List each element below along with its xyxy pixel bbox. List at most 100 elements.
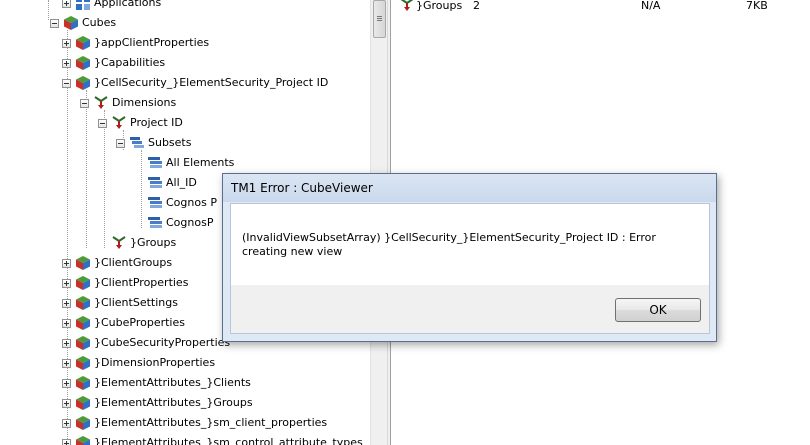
tree-item[interactable]: }ElementAttributes_}sm_client_properties xyxy=(62,413,327,433)
cube-icon xyxy=(76,356,90,370)
cube-icon xyxy=(76,436,90,445)
list-item[interactable]: }Groups 2 N/A 7KB xyxy=(391,0,810,14)
list-item-size: 7KB xyxy=(746,0,768,12)
tree-item[interactable]: Cubes xyxy=(50,13,116,33)
tree-item-label: }ClientProperties xyxy=(94,276,189,289)
cube-icon xyxy=(76,256,90,270)
tree-item[interactable]: All Elements xyxy=(134,153,234,173)
tree-item-icon-slot xyxy=(71,75,91,91)
expand-icon[interactable] xyxy=(62,438,71,445)
tree-item-icon-slot xyxy=(143,155,163,171)
error-dialog: TM1 Error : CubeViewer (InvalidViewSubse… xyxy=(222,173,717,342)
cubes-folder-icon xyxy=(64,16,78,30)
tree-item-icon-slot xyxy=(59,15,79,31)
tree-item-icon-slot xyxy=(71,355,91,371)
tree-item[interactable]: }ElementAttributes_}Clients xyxy=(62,373,251,393)
dimension-icon xyxy=(112,116,126,129)
cube-icon xyxy=(76,56,90,70)
tree-item-icon-slot xyxy=(89,95,109,111)
tree-item-label: }ElementAttributes_}sm_client_properties xyxy=(94,416,328,429)
collapse-icon[interactable] xyxy=(98,118,107,128)
tree-item[interactable]: }CubeSecurityProperties xyxy=(62,333,230,353)
tree-item-label: CognosP xyxy=(166,216,214,229)
cube-icon xyxy=(76,336,90,350)
tree-item[interactable]: Project ID xyxy=(98,113,183,133)
dimension-icon xyxy=(400,0,414,11)
cube-icon xyxy=(76,296,90,310)
error-message: (InvalidViewSubsetArray) }CellSecurity_}… xyxy=(242,231,656,258)
tree-item-icon-slot xyxy=(71,35,91,51)
tree-item-icon-slot xyxy=(71,275,91,291)
tree-item[interactable]: }ClientSettings xyxy=(62,293,178,313)
tree-item[interactable]: Dimensions xyxy=(80,93,176,113)
expand-icon[interactable] xyxy=(62,258,71,268)
tree-item-icon-slot xyxy=(143,195,163,211)
tree-item-icon-slot xyxy=(71,375,91,391)
expand-icon[interactable] xyxy=(62,278,71,288)
cube-icon xyxy=(76,396,90,410)
expand-icon[interactable] xyxy=(62,318,71,328)
tree-item-icon-slot xyxy=(71,415,91,431)
subset-icon xyxy=(148,197,162,208)
expand-icon[interactable] xyxy=(62,38,71,48)
tree-item-label: }ClientGroups xyxy=(94,256,173,269)
tree-item-label: Applications xyxy=(94,0,162,9)
subset-icon xyxy=(148,217,162,228)
tree-item-label: Subsets xyxy=(148,136,192,149)
list-item-count: 2 xyxy=(473,0,480,12)
tree-item-label: }Capabilities xyxy=(94,56,166,69)
expand-icon[interactable] xyxy=(62,298,71,308)
tree-item-icon-slot xyxy=(125,135,145,151)
cube-icon xyxy=(76,376,90,390)
tree-item[interactable]: }Capabilities xyxy=(62,53,165,73)
tree-item-icon-slot xyxy=(107,235,127,251)
tree-item[interactable]: CognosP xyxy=(134,213,213,233)
ok-button[interactable]: OK xyxy=(615,298,701,322)
tree-item[interactable]: Subsets xyxy=(116,133,191,153)
tree-item[interactable]: All_ID xyxy=(134,173,197,193)
tree-item-label: }ClientSettings xyxy=(94,296,178,309)
collapse-icon[interactable] xyxy=(80,98,89,108)
list-item-name: }Groups xyxy=(416,0,463,12)
tree-item-label: Cubes xyxy=(82,16,117,29)
tree-item[interactable]: }DimensionProperties xyxy=(62,353,215,373)
tree-item[interactable]: }ElementAttributes_}Groups xyxy=(62,393,253,413)
cube-icon xyxy=(76,36,90,50)
collapse-icon[interactable] xyxy=(62,78,71,88)
tree-item[interactable]: }Groups xyxy=(98,233,176,253)
tree-item-label: }ElementAttributes_}sm_control_attribute… xyxy=(94,436,363,445)
collapse-icon[interactable] xyxy=(50,18,59,28)
tree-item-label: Project ID xyxy=(130,116,183,129)
expand-icon[interactable] xyxy=(62,398,71,408)
tree-item[interactable]: }ClientGroups xyxy=(62,253,172,273)
tree-item[interactable]: }ElementAttributes_}sm_control_attribute… xyxy=(62,433,363,445)
cube-icon xyxy=(76,276,90,290)
scrollbar-thumb[interactable] xyxy=(373,0,386,38)
tree-connector xyxy=(48,0,49,20)
tree-item[interactable]: }appClientProperties xyxy=(62,33,209,53)
expand-icon[interactable] xyxy=(62,0,71,8)
tree-item[interactable]: Cognos P xyxy=(134,193,217,213)
tree-item-label: }ElementAttributes_}Clients xyxy=(94,376,251,389)
tree-item-label: Dimensions xyxy=(112,96,177,109)
tree-item[interactable]: }CubeProperties xyxy=(62,313,185,333)
applications-icon xyxy=(76,0,90,10)
expand-icon[interactable] xyxy=(62,418,71,428)
expand-icon[interactable] xyxy=(62,338,71,348)
expand-icon[interactable] xyxy=(62,378,71,388)
tree-item-label: Cognos P xyxy=(166,196,217,209)
tree-item[interactable]: }CellSecurity_}ElementSecurity_Project I… xyxy=(62,73,328,93)
tree-item[interactable]: }ClientProperties xyxy=(62,273,188,293)
tree-item-icon-slot xyxy=(71,255,91,271)
tree-item[interactable]: Applications xyxy=(62,0,161,13)
expand-icon[interactable] xyxy=(62,58,71,68)
tree-item-label: All_ID xyxy=(166,176,197,189)
expand-icon[interactable] xyxy=(62,358,71,368)
cube-icon xyxy=(76,316,90,330)
dialog-titlebar[interactable]: TM1 Error : CubeViewer xyxy=(223,174,716,202)
tree-item-label: }CubeSecurityProperties xyxy=(94,336,231,349)
collapse-icon[interactable] xyxy=(116,138,125,148)
